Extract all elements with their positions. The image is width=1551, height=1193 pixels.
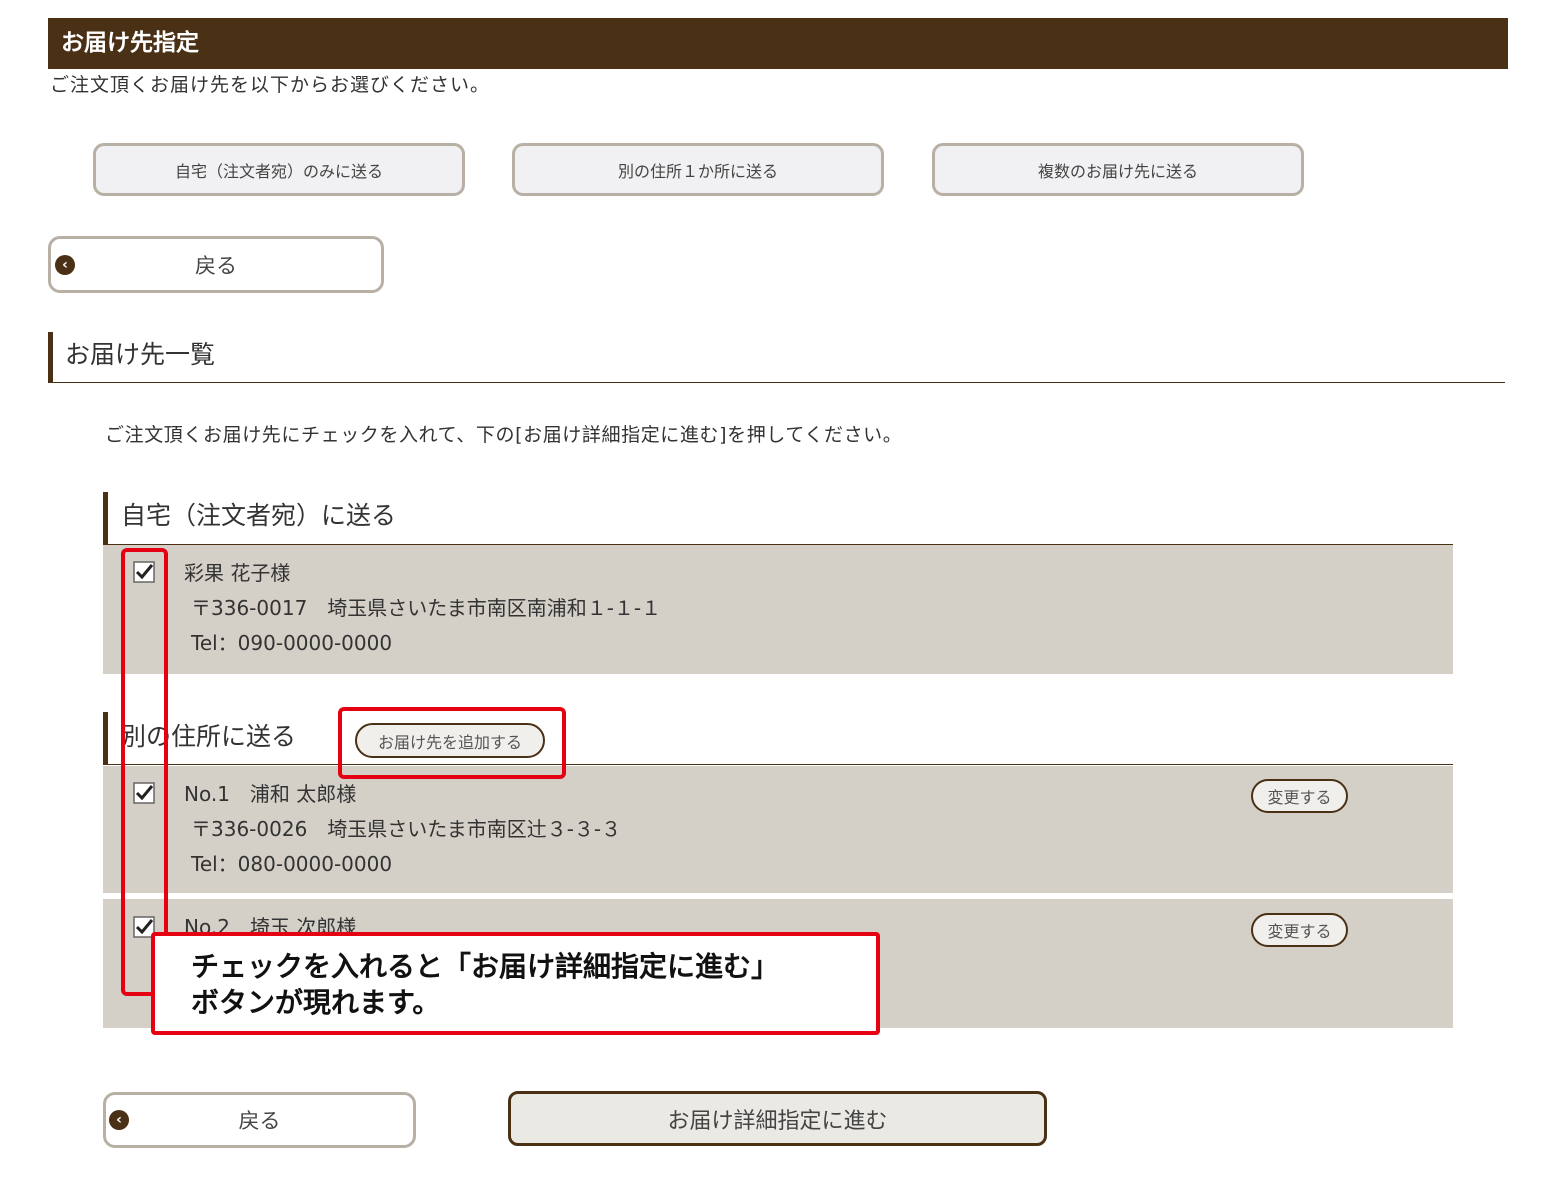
home-section-title: 自宅（注文者宛）に送る	[121, 501, 397, 530]
home-tel: Tel：090-0000-0000	[191, 631, 393, 655]
address-1-address: 〒336-0026 埼玉県さいたま市南区辻３-３-３	[191, 817, 622, 841]
address-1-name: No.1 浦和 太郎様	[184, 782, 357, 806]
other-title-underline	[103, 764, 1453, 765]
back-button-label: 戻る	[238, 1109, 281, 1133]
address-1-tel: Tel：080-0000-0000	[191, 852, 393, 876]
back-button-label: 戻る	[195, 253, 237, 278]
chevron-left-icon: ‹	[109, 1110, 129, 1130]
home-only-button[interactable]: 自宅（注文者宛）のみに送る	[93, 143, 465, 196]
home-recipient-name: 彩果 花子様	[184, 561, 291, 585]
page-header-bar	[48, 18, 1508, 69]
home-title-marker	[103, 492, 108, 544]
single-address-button[interactable]: 別の住所１か所に送る	[512, 143, 884, 196]
list-title-marker	[48, 332, 53, 382]
add-button-highlight-box	[338, 707, 566, 779]
address-1-change-button[interactable]: 変更する	[1251, 779, 1348, 813]
callout-line-1: チェックを入れると「お届け詳細指定に進む」	[191, 950, 780, 983]
intro-text: ご注文頂くお届け先を以下からお選びください。	[50, 74, 491, 96]
back-button-bottom[interactable]: ‹ 戻る	[103, 1092, 416, 1148]
back-button-top[interactable]: ‹ 戻る	[48, 236, 384, 293]
list-instruction: ご注文頂くお届け先にチェックを入れて、下の[お届け詳細指定に進む]を押してくださ…	[105, 424, 903, 446]
annotation-callout: チェックを入れると「お届け詳細指定に進む」 ボタンが現れます。	[151, 932, 880, 1035]
checkbox-highlight-box	[121, 548, 168, 996]
proceed-to-details-button[interactable]: お届け詳細指定に進む	[508, 1091, 1047, 1146]
home-address: 〒336-0017 埼玉県さいたま市南区南浦和１-１-１	[191, 596, 662, 620]
address-2-change-button[interactable]: 変更する	[1251, 913, 1348, 947]
list-title: お届け先一覧	[65, 340, 216, 369]
list-title-underline	[48, 382, 1505, 383]
page-title: お届け先指定	[61, 29, 199, 56]
callout-line-2: ボタンが現れます。	[191, 986, 441, 1019]
other-title-marker	[103, 712, 108, 764]
multiple-addresses-button[interactable]: 複数のお届け先に送る	[932, 143, 1304, 196]
chevron-left-icon: ‹	[55, 254, 75, 275]
